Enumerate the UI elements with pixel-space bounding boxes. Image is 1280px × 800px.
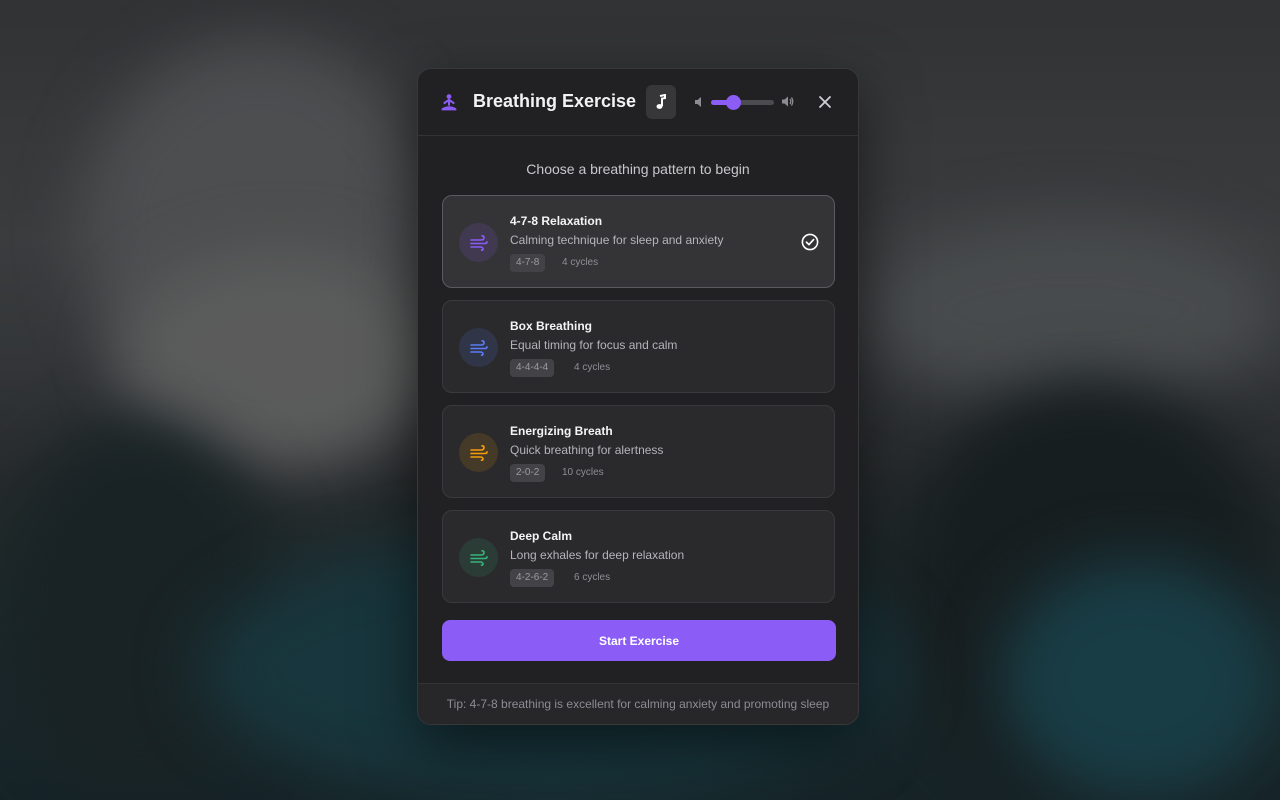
tip-text: Tip: 4-7-8 breathing is excellent for ca…: [418, 683, 858, 724]
pattern-cycles: 4 cycles: [562, 257, 599, 268]
pattern-timing-badge: 2-0-2: [510, 464, 546, 482]
pattern-cycles: 10 cycles: [562, 467, 604, 478]
start-exercise-button[interactable]: Start Exercise: [442, 620, 836, 661]
meditation-icon: [441, 94, 457, 111]
pattern-icon-circle: [459, 223, 498, 262]
pattern-description: Calming technique for sleep and anxiety: [510, 233, 724, 247]
selected-check-icon: [801, 233, 819, 251]
pattern-icon-circle: [459, 328, 498, 367]
pattern-prompt: Choose a breathing pattern to begin: [526, 161, 750, 177]
pattern-name: Energizing Breath: [510, 424, 613, 438]
music-toggle-button[interactable]: [646, 85, 676, 119]
pattern-description: Long exhales for deep relaxation: [510, 548, 685, 562]
pattern-card[interactable]: Box Breathing Equal timing for focus and …: [442, 300, 835, 393]
wind-icon: [469, 444, 488, 461]
wind-icon: [469, 339, 488, 356]
wind-icon: [469, 234, 488, 251]
volume-high-icon: [782, 96, 794, 107]
dialog-title: Breathing Exercise: [473, 91, 637, 111]
pattern-card[interactable]: Deep Calm Long exhales for deep relaxatio…: [442, 510, 835, 603]
pattern-name: Deep Calm: [510, 529, 573, 543]
volume-slider-thumb[interactable]: [725, 95, 741, 110]
volume-slider[interactable]: [711, 95, 774, 110]
pattern-timing-badge: 4-2-6-2: [510, 569, 555, 587]
pattern-card[interactable]: 4-7-8 Relaxation Calming technique for sl…: [442, 195, 835, 288]
pattern-cycles: 4 cycles: [574, 362, 611, 373]
music-note-icon: [656, 94, 666, 109]
close-icon[interactable]: [817, 94, 833, 110]
pattern-timing-badge: 4-4-4-4: [510, 359, 555, 377]
pattern-icon-circle: [459, 433, 498, 472]
pattern-name: Box Breathing: [510, 319, 593, 333]
pattern-cycles: 6 cycles: [574, 572, 611, 583]
volume-low-icon: [695, 97, 701, 107]
pattern-timing-badge: 4-7-8: [510, 254, 546, 272]
pattern-description: Equal timing for focus and calm: [510, 338, 678, 352]
breathing-exercise-dialog: Breathing Exercise Choose a breathing pa…: [417, 68, 859, 725]
pattern-description: Quick breathing for alertness: [510, 443, 664, 457]
pattern-card[interactable]: Energizing Breath Quick breathing for ale…: [442, 405, 835, 498]
pattern-name: 4-7-8 Relaxation: [510, 214, 603, 228]
wind-icon: [469, 549, 488, 566]
dialog-header: Breathing Exercise: [418, 69, 858, 136]
pattern-icon-circle: [459, 538, 498, 577]
